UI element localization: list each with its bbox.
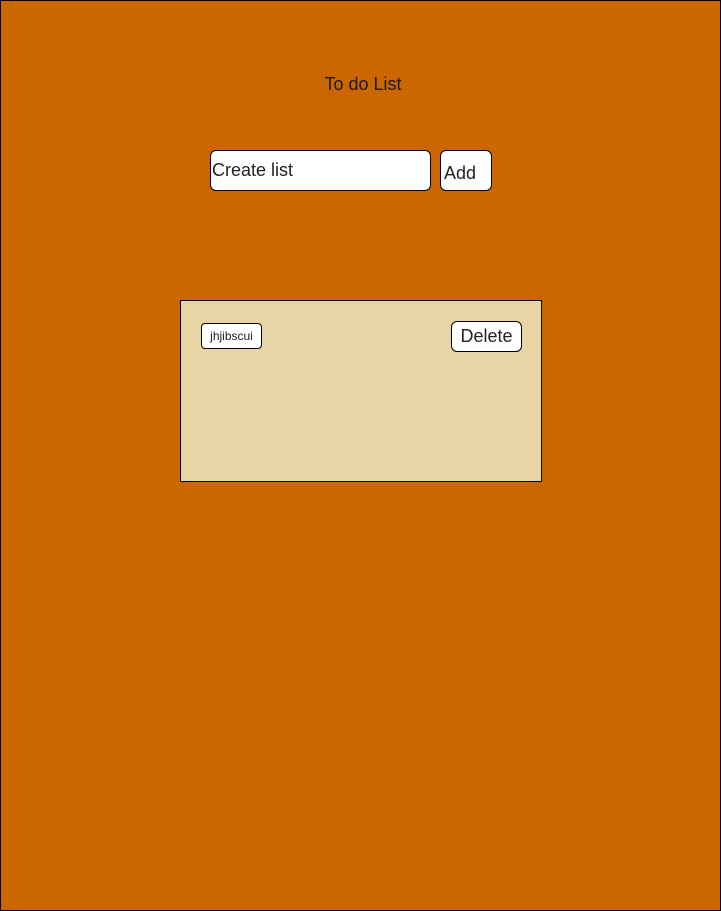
list-item-text[interactable]: jhjibscui: [201, 323, 262, 349]
page-title: To do List: [324, 74, 402, 94]
add-button[interactable]: Add: [440, 150, 492, 191]
create-list-input[interactable]: [210, 150, 431, 191]
delete-button[interactable]: Delete: [451, 321, 522, 352]
todo-list-panel: jhjibscui Delete: [180, 300, 542, 482]
app-background: To do List Add jhjibscui Delete: [0, 0, 721, 911]
